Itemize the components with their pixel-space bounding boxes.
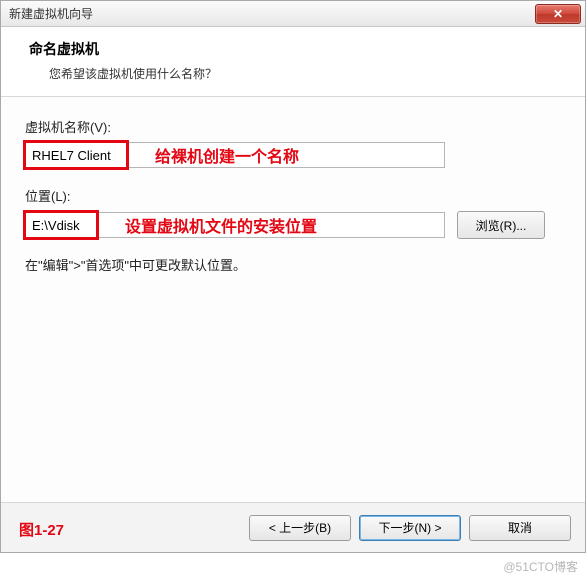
page-title: 命名虚拟机: [29, 39, 565, 59]
vm-name-row: 给裸机创建一个名称: [25, 142, 561, 168]
back-button[interactable]: < 上一步(B): [249, 515, 351, 541]
close-icon: ✕: [553, 7, 563, 21]
figure-label: 图1-27: [19, 519, 64, 540]
vm-name-label: 虚拟机名称(V):: [25, 117, 561, 136]
titlebar: 新建虚拟机向导 ✕: [1, 1, 585, 27]
vm-name-input[interactable]: [25, 142, 445, 168]
wizard-footer: 图1-27 < 上一步(B) 下一步(N) > 取消: [1, 502, 585, 552]
wizard-content: 虚拟机名称(V): 给裸机创建一个名称 位置(L): 设置虚拟机文件的安装位置 …: [1, 97, 585, 502]
browse-button[interactable]: 浏览(R)...: [457, 211, 545, 239]
wizard-window: 新建虚拟机向导 ✕ 命名虚拟机 您希望该虚拟机使用什么名称？ 虚拟机名称(V):…: [0, 0, 586, 553]
vm-location-input[interactable]: [25, 212, 445, 238]
wizard-header: 命名虚拟机 您希望该虚拟机使用什么名称？: [1, 27, 585, 97]
window-title: 新建虚拟机向导: [9, 5, 93, 22]
page-subtitle: 您希望该虚拟机使用什么名称？: [49, 65, 565, 82]
vm-location-row: 设置虚拟机文件的安装位置 浏览(R)...: [25, 211, 561, 239]
default-location-hint: 在"编辑">"首选项"中可更改默认位置。: [25, 255, 561, 274]
vm-location-wrap: 设置虚拟机文件的安装位置: [25, 212, 445, 238]
next-button[interactable]: 下一步(N) >: [359, 515, 461, 541]
vm-location-label: 位置(L):: [25, 186, 561, 205]
watermark-text: @51CTO博客: [503, 558, 578, 575]
cancel-button[interactable]: 取消: [469, 515, 571, 541]
close-button[interactable]: ✕: [535, 4, 581, 24]
